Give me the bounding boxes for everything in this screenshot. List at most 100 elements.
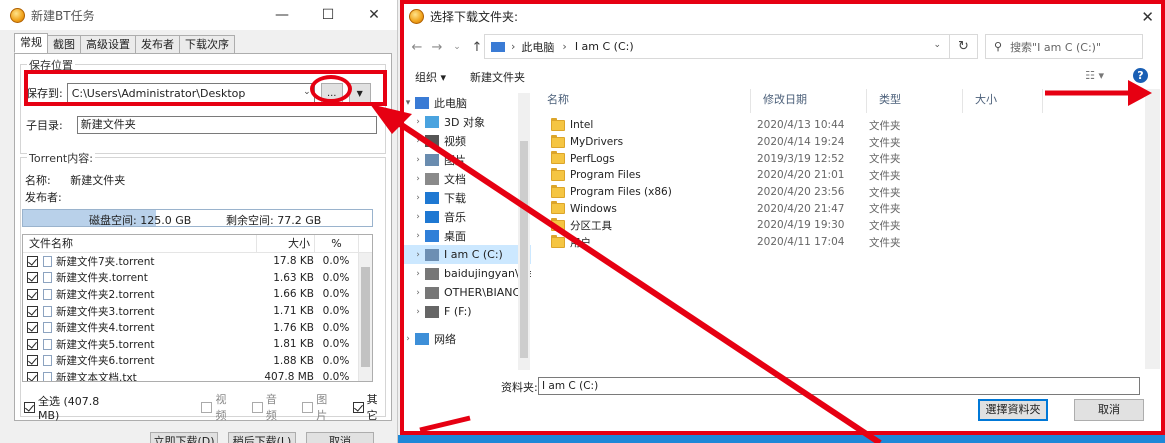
folder-list-scrollbar[interactable]: [1145, 89, 1160, 369]
table-row[interactable]: 新建文件夹3.torrent 1.71 KB 0.0%: [23, 303, 372, 320]
col-name[interactable]: 名称: [535, 89, 751, 113]
chevron-right-icon[interactable]: ›: [411, 174, 425, 184]
folder-name-input[interactable]: I am C (C:): [538, 377, 1140, 395]
tree-item[interactable]: › 视频: [401, 131, 531, 150]
select-folder-button[interactable]: 選擇資料夾: [978, 399, 1048, 421]
breadcrumb-drive-c[interactable]: I am C (C:): [575, 40, 634, 53]
recent-chevron-icon[interactable]: ⌄: [447, 42, 467, 52]
list-item[interactable]: 用户 2020/4/11 17:04 文件夹: [535, 234, 1165, 251]
audio-filter-checkbox[interactable]: [251, 401, 263, 413]
tree-item[interactable]: › F (F:): [401, 302, 531, 321]
address-dropdown-icon[interactable]: ⌄: [933, 40, 941, 50]
close-icon[interactable]: ✕: [351, 0, 397, 30]
file-checkbox[interactable]: [27, 338, 38, 350]
list-item[interactable]: Windows 2020/4/20 21:47 文件夹: [535, 200, 1165, 217]
list-item[interactable]: MyDrivers 2020/4/14 19:24 文件夹: [535, 134, 1165, 151]
chevron-right-icon[interactable]: ›: [411, 231, 425, 241]
close-icon[interactable]: ✕: [1141, 8, 1154, 26]
tree-item[interactable]: › 文档: [401, 169, 531, 188]
download-now-button[interactable]: 立即下载(D): [150, 432, 218, 443]
video-filter-checkbox[interactable]: [201, 401, 213, 413]
file-checkbox[interactable]: [27, 272, 38, 284]
table-row[interactable]: 新建文件夹.torrent 1.63 KB 0.0%: [23, 270, 372, 287]
table-row[interactable]: 新建文本文档.txt 407.8 MB 0.0%: [23, 369, 372, 381]
tab-screenshot[interactable]: 截图: [47, 35, 81, 53]
file-list-scrollbar[interactable]: [358, 253, 372, 381]
chevron-right-icon[interactable]: ›: [411, 193, 425, 203]
view-options-icon[interactable]: ☷ ▾: [1085, 69, 1104, 82]
chevron-right-icon[interactable]: ›: [411, 136, 425, 146]
minimize-icon[interactable]: —: [259, 0, 305, 30]
chevron-right-icon[interactable]: ›: [411, 155, 425, 165]
chevron-down-icon[interactable]: ▾: [401, 98, 415, 108]
chevron-right-icon[interactable]: ›: [411, 250, 425, 260]
search-input[interactable]: ⚲ 搜索"I am C (C:)": [985, 34, 1143, 59]
forward-arrow-icon[interactable]: →: [427, 40, 447, 55]
subdir-input[interactable]: 新建文件夹: [76, 116, 377, 134]
tree-item[interactable]: › 桌面: [401, 226, 531, 245]
download-later-button[interactable]: 稍后下载(L): [228, 432, 296, 443]
chevron-right-icon[interactable]: ›: [411, 269, 425, 279]
browse-button[interactable]: ...: [320, 83, 343, 103]
bt-cancel-button[interactable]: 取消: [306, 432, 374, 443]
file-checkbox[interactable]: [27, 371, 38, 381]
col-type[interactable]: 类型: [867, 89, 963, 113]
tree-scrollbar[interactable]: [518, 93, 530, 370]
file-checkbox[interactable]: [27, 255, 38, 267]
list-item[interactable]: Program Files 2020/4/20 21:01 文件夹: [535, 167, 1165, 184]
tree-item[interactable]: › 3D 对象: [401, 112, 531, 131]
chevron-right-icon[interactable]: ›: [411, 117, 425, 127]
dialog-cancel-button[interactable]: 取消: [1074, 399, 1144, 421]
col-size[interactable]: 大小: [257, 235, 315, 252]
tree-item[interactable]: › OTHER\BIANCH: [401, 283, 531, 302]
col-filename[interactable]: 文件名称: [23, 235, 257, 252]
tab-advanced[interactable]: 高级设置: [80, 35, 136, 53]
table-row[interactable]: 新建文件夹2.torrent 1.66 KB 0.0%: [23, 286, 372, 303]
list-item[interactable]: PerfLogs 2019/3/19 12:52 文件夹: [535, 150, 1165, 167]
tab-download-order[interactable]: 下载次序: [179, 35, 235, 53]
list-item[interactable]: Intel 2020/4/13 10:44 文件夹: [535, 117, 1165, 134]
list-item[interactable]: 分区工具 2020/4/19 19:30 文件夹: [535, 217, 1165, 234]
col-size[interactable]: 大小: [963, 89, 1043, 113]
tab-publisher[interactable]: 发布者: [135, 35, 180, 53]
list-item[interactable]: Program Files (x86) 2020/4/20 23:56 文件夹: [535, 184, 1165, 201]
table-row[interactable]: 新建文件7夹.torrent 17.8 KB 0.0%: [23, 253, 372, 270]
file-checkbox[interactable]: [27, 305, 38, 317]
select-all-checkbox[interactable]: [24, 401, 35, 413]
chevron-right-icon[interactable]: ›: [411, 307, 425, 317]
save-path-combobox[interactable]: C:\Users\Administrator\Desktop ⌄: [66, 83, 315, 103]
address-bar[interactable]: › 此电脑 › I am C (C:) ⌄ ↻: [484, 34, 978, 59]
other-filter-checkbox[interactable]: [352, 401, 364, 413]
maximize-icon[interactable]: ☐: [305, 0, 351, 30]
file-checkbox[interactable]: [27, 322, 38, 334]
scroll-thumb[interactable]: [520, 141, 528, 358]
help-icon[interactable]: ?: [1133, 68, 1148, 83]
tree-item[interactable]: › 图片: [401, 150, 531, 169]
chevron-right-icon[interactable]: ›: [411, 288, 425, 298]
tree-item[interactable]: ▾ 此电脑: [401, 93, 531, 112]
scroll-thumb[interactable]: [361, 267, 370, 367]
back-arrow-icon[interactable]: ←: [407, 40, 427, 55]
chevron-right-icon[interactable]: ›: [401, 334, 415, 344]
refresh-icon[interactable]: ↻: [949, 35, 977, 58]
col-percent[interactable]: %: [315, 235, 359, 252]
tree-item[interactable]: › baidujingyan\wa: [401, 264, 531, 283]
tree-item[interactable]: › 网络: [401, 329, 531, 348]
chevron-right-icon[interactable]: ›: [411, 212, 425, 222]
table-row[interactable]: 新建文件夹5.torrent 1.81 KB 0.0%: [23, 336, 372, 353]
organize-button[interactable]: 组织 ▾: [415, 69, 446, 85]
image-filter-checkbox[interactable]: [302, 401, 314, 413]
dropdown-arrow-button[interactable]: ▼: [348, 83, 371, 103]
tree-item[interactable]: › 下载: [401, 188, 531, 207]
table-row[interactable]: 新建文件夹6.torrent 1.88 KB 0.0%: [23, 353, 372, 370]
chevron-down-icon[interactable]: ⌄: [303, 87, 311, 97]
col-modified[interactable]: 修改日期: [751, 89, 867, 113]
table-row[interactable]: 新建文件夹4.torrent 1.76 KB 0.0%: [23, 319, 372, 336]
tab-general[interactable]: 常规: [14, 33, 48, 53]
new-folder-button[interactable]: 新建文件夹: [470, 69, 525, 85]
tree-item[interactable]: › I am C (C:): [401, 245, 531, 264]
breadcrumb-this-pc[interactable]: 此电脑: [521, 39, 554, 55]
file-checkbox[interactable]: [27, 355, 38, 367]
tree-item[interactable]: › 音乐: [401, 207, 531, 226]
file-checkbox[interactable]: [27, 288, 38, 300]
